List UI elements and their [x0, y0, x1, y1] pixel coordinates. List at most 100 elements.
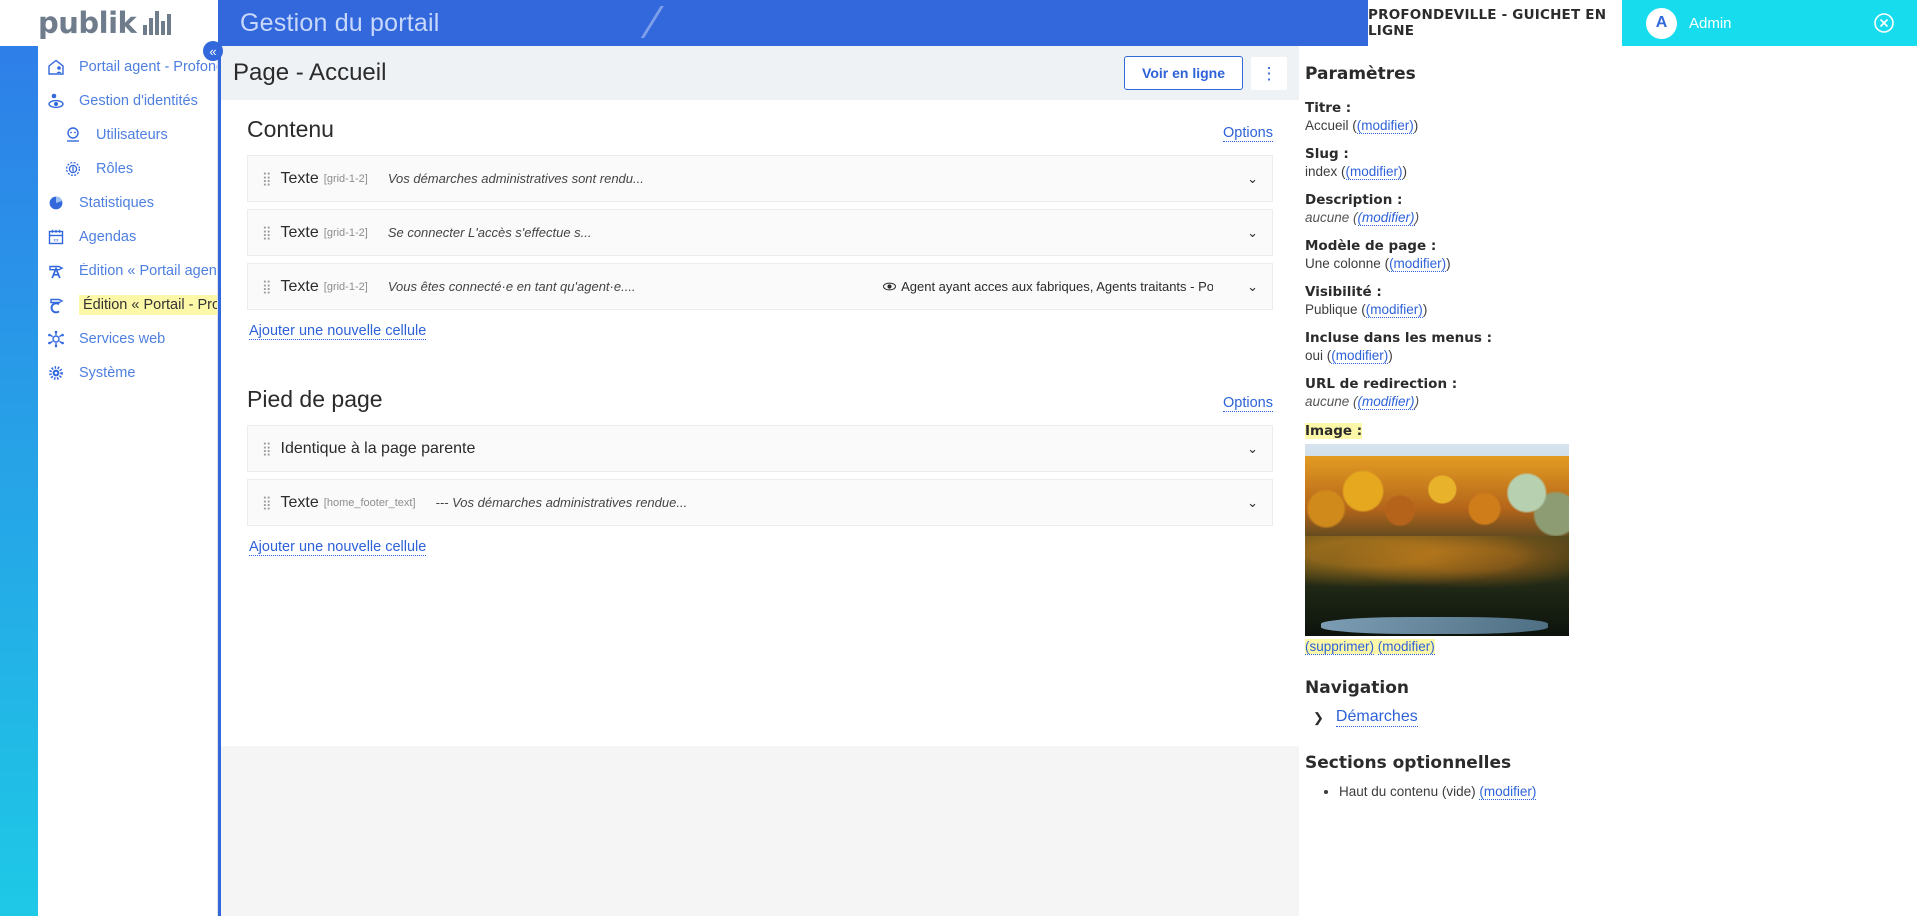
- setting-url-de-redirection: URL de redirection : aucune ((modifier)): [1305, 376, 1605, 410]
- section-options-link[interactable]: Options: [1223, 395, 1273, 412]
- cell-slug-label: [grid-1-2]: [323, 172, 368, 185]
- navigation-item-label[interactable]: Démarches: [1335, 708, 1418, 727]
- cell-row[interactable]: ⣿ Texte [home_footer_text] --- Vos démar…: [247, 479, 1273, 526]
- view-online-button[interactable]: Voir en ligne: [1124, 56, 1243, 90]
- setting-value-text: aucune: [1305, 210, 1350, 225]
- optional-sections-list: Haut du contenu (vide) (modifier): [1339, 781, 1605, 803]
- setting-label: Image :: [1305, 423, 1363, 439]
- optional-section-label: Haut du contenu (vide): [1339, 784, 1476, 799]
- cell-row[interactable]: ⣿ Identique à la page parente ⌄: [247, 425, 1273, 472]
- edit-link[interactable]: (modifier): [1357, 394, 1415, 410]
- sidebar-item-portail-agent[interactable]: Portail agent - Profonde...: [38, 50, 217, 84]
- sidebar-item-label: Édition « Portail agent - ...: [79, 263, 217, 279]
- logout-icon[interactable]: [1873, 12, 1895, 34]
- cell-row[interactable]: ⣿ Texte [grid-1-2] Vous êtes connecté·e …: [247, 263, 1273, 310]
- setting-value: Publique ((modifier)): [1305, 302, 1428, 318]
- edit-link[interactable]: (modifier): [1479, 784, 1537, 800]
- sidebar-item-label: Édition « Portail - Profon..: [79, 295, 217, 315]
- add-cell-link[interactable]: Ajouter une nouvelle cellule: [249, 323, 427, 340]
- brand-logo[interactable]: publik: [0, 0, 218, 46]
- cell-row[interactable]: ⣿ Texte [grid-1-2] Se connecter L'accès …: [247, 209, 1273, 256]
- page-menu-button[interactable]: ⋮: [1251, 56, 1287, 90]
- portal-title-bar: Gestion du portail ⁄: [218, 0, 1368, 46]
- sidebar-item-systeme[interactable]: Système: [38, 356, 217, 390]
- drag-handle-icon[interactable]: ⣿: [262, 226, 271, 239]
- sidebar-item-edition-portail-agent[interactable]: Édition « Portail agent - ...: [38, 254, 217, 288]
- sidebar-item-edition-portail-profondeville[interactable]: Édition « Portail - Profon..: [38, 288, 217, 322]
- identity-icon: [43, 90, 69, 112]
- edit-link[interactable]: (modifier): [1356, 118, 1414, 134]
- drag-handle-icon[interactable]: ⣿: [262, 172, 271, 185]
- setting-value-text: index: [1305, 164, 1338, 179]
- cell-row[interactable]: ⣿ Texte [grid-1-2] Vos démarches adminis…: [247, 155, 1273, 202]
- delete-image-link[interactable]: (supprimer): [1305, 639, 1375, 655]
- roles-icon: [60, 158, 86, 180]
- setting-value: aucune ((modifier)): [1305, 210, 1420, 226]
- chevron-down-icon[interactable]: ⌄: [1229, 171, 1258, 187]
- sidebar-collapse-button[interactable]: «: [203, 41, 223, 61]
- pie-chart-icon: [43, 192, 69, 214]
- section-contenu: Contenu Options ⣿ Texte [grid-1-2] Vos d…: [221, 100, 1299, 340]
- edit-image-link[interactable]: (modifier): [1377, 639, 1435, 655]
- sidebar-item-agendas[interactable]: xx Agendas: [38, 220, 217, 254]
- sidebar-item-label: Système: [79, 365, 136, 381]
- setting-image: Image : (supprimer) (modifier): [1305, 422, 1605, 656]
- edit-link[interactable]: (modifier): [1389, 256, 1447, 272]
- sidebar-item-roles[interactable]: Rôles: [38, 152, 217, 186]
- cell-preview-text: Vous êtes connecté·e en tant qu'agent·e.…: [387, 279, 636, 294]
- sidebar-item-label: Agendas: [79, 229, 137, 245]
- pencil-c-icon: [43, 294, 69, 316]
- svg-text:xx: xx: [53, 239, 59, 244]
- setting-label: Visibilité :: [1305, 284, 1382, 300]
- cell-list: ⣿ Identique à la page parente ⌄ ⣿ Texte …: [247, 425, 1273, 526]
- chevron-down-icon[interactable]: ⌄: [1229, 441, 1258, 457]
- edit-link[interactable]: (modifier): [1357, 210, 1415, 226]
- chevron-down-icon[interactable]: ⌄: [1229, 279, 1258, 295]
- setting-label: Titre :: [1305, 100, 1352, 116]
- image-foliage: [1305, 455, 1569, 544]
- drag-handle-icon[interactable]: ⣿: [262, 442, 271, 455]
- sidebar-item-services-web[interactable]: Services web: [38, 322, 217, 356]
- sidebar: Portail agent - Profonde... Gestion d'id…: [0, 46, 218, 916]
- sidebar-accent-strip: [0, 46, 38, 916]
- drag-handle-icon[interactable]: ⣿: [262, 280, 271, 293]
- cell-type-label: Texte: [280, 169, 319, 187]
- setting-description: Description : aucune ((modifier)): [1305, 192, 1605, 226]
- chevron-down-icon[interactable]: ⌄: [1229, 225, 1258, 241]
- section-options-link[interactable]: Options: [1223, 125, 1273, 142]
- setting-incluse-dans-les-menus: Incluse dans les menus : oui ((modifier)…: [1305, 330, 1605, 364]
- edit-link[interactable]: (modifier): [1331, 348, 1389, 364]
- setting-value: Une colonne ((modifier)): [1305, 256, 1451, 272]
- add-cell-link[interactable]: Ajouter une nouvelle cellule: [249, 539, 427, 556]
- web-services-icon: [43, 328, 69, 350]
- image-actions: (supprimer) (modifier): [1305, 639, 1435, 655]
- chevron-down-icon[interactable]: ⌄: [1229, 495, 1258, 511]
- cell-type-label: Identique à la page parente: [280, 439, 476, 457]
- sidebar-item-label: Utilisateurs: [96, 127, 168, 143]
- sidebar-item-statistiques[interactable]: Statistiques: [38, 186, 217, 220]
- section-header: Pied de page Options: [247, 370, 1273, 425]
- navigation-title: Navigation: [1305, 678, 1409, 698]
- drag-handle-icon[interactable]: ⣿: [262, 496, 271, 509]
- setting-label: Modèle de page :: [1305, 238, 1437, 254]
- home-agent-icon: [43, 56, 69, 78]
- setting-titre: Titre : Accueil ((modifier)): [1305, 100, 1605, 134]
- navigation-item[interactable]: ❯ Démarches: [1313, 708, 1605, 727]
- sidebar-item-gestion-identites[interactable]: Gestion d'identités: [38, 84, 217, 118]
- section-title: Pied de page: [247, 386, 383, 412]
- chevron-right-icon[interactable]: ❯: [1313, 710, 1324, 726]
- user-menu[interactable]: A Admin: [1622, 0, 1917, 46]
- avatar: A: [1646, 7, 1677, 39]
- setting-label: Incluse dans les menus :: [1305, 330, 1492, 346]
- page-header: Page - Accueil Voir en ligne ⋮: [221, 46, 1299, 100]
- optional-sections-title: Sections optionnelles: [1305, 753, 1512, 773]
- pencil-a-icon: [43, 260, 69, 282]
- cell-type-label: Texte: [280, 277, 319, 295]
- edit-link[interactable]: (modifier): [1365, 302, 1423, 318]
- cell-slug-label: [grid-1-2]: [323, 226, 368, 239]
- setting-modele-de-page: Modèle de page : Une colonne ((modifier)…: [1305, 238, 1605, 272]
- edit-link[interactable]: (modifier): [1345, 164, 1403, 180]
- sidebar-item-utilisateurs[interactable]: Utilisateurs: [38, 118, 217, 152]
- setting-label: URL de redirection :: [1305, 376, 1458, 392]
- settings-title: Paramètres: [1305, 64, 1416, 84]
